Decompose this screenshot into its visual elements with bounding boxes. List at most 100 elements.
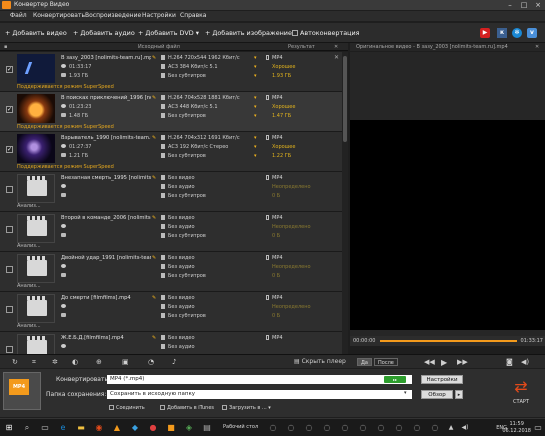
app-icon[interactable]: ◉ [94,423,104,433]
notifications-icon[interactable]: ▭ [533,423,543,433]
crop-icon[interactable]: ⌗ [32,358,36,367]
play-icon[interactable]: ▶ [441,358,447,367]
item-checkbox[interactable]: ✓ [6,146,13,153]
desktop-label[interactable]: Рабочий стол [223,424,258,430]
file-item[interactable]: Анализ... Внезапная смерть_1995 [nolimit… [0,172,342,212]
tray-icon[interactable]: ◌ [412,423,422,433]
audio-effects-icon[interactable]: ♪ [172,358,176,366]
contrast-icon[interactable]: ◐ [72,358,78,366]
save-folder-select[interactable]: Сохранить в исходную папку [107,390,412,399]
format-icon[interactable]: MP4 [3,372,41,410]
app-icon[interactable]: ▤ [202,423,212,433]
timeline[interactable]: 00:00:00 01:33:17 [350,336,545,346]
folder-icon[interactable]: ▬ [76,423,86,433]
dropdown-arrow-icon[interactable]: ▾ [254,95,257,101]
tray-icon[interactable]: ◌ [394,423,404,433]
effects-icon[interactable]: ✲ [52,358,58,366]
converter-taskbar-icon[interactable]: ■ [166,423,176,433]
remove-item-icon[interactable]: ✕ [334,54,339,61]
windows-start-icon[interactable]: ⊞ [4,423,14,433]
rewind-icon[interactable]: ◀◀ [424,358,435,366]
hide-player-toggle[interactable]: ▤ Скрыть плеер [294,358,346,365]
tray-icon[interactable]: ◌ [340,423,350,433]
add-image-button[interactable]: + Добавить изображение [205,29,292,37]
item-checkbox[interactable]: ✓ [6,106,13,113]
volume-icon[interactable]: ◀) [521,358,529,366]
3d-icon[interactable]: ▣ [122,358,129,366]
list-scrollbar[interactable] [342,52,348,354]
edit-icon[interactable]: ✎ [152,215,156,221]
snapshot-icon[interactable]: ◙ [506,358,513,366]
audio-info[interactable]: AC3 192 Кбит/с Стерео [168,144,228,150]
chevron-down-icon[interactable]: ▾ [404,390,407,396]
menu-settings[interactable]: Настройки [142,12,176,19]
audio-info[interactable]: AC3 448 Кбит/с 5.1 [168,104,218,110]
format-select[interactable]: MP4 (*.mp4) [107,375,412,384]
tray-icon[interactable]: ◌ [268,423,278,433]
file-item[interactable]: ✓ Взрыватель_1990 [nolimits-team.ru].mp4… [0,132,342,172]
minimize-button[interactable]: – [503,0,517,10]
edit-icon[interactable]: ✎ [152,95,156,101]
share-icon[interactable]: ✻ [512,28,522,38]
item-checkbox[interactable] [6,306,13,313]
video-screen[interactable] [350,120,545,330]
item-checkbox[interactable]: ✓ [6,66,13,73]
add-audio-button[interactable]: + Добавить аудио [73,29,135,37]
itunes-checkbox[interactable]: Добавить в iTunes [160,405,214,411]
search-icon[interactable]: ⌕ [22,423,32,433]
tray-icon[interactable]: ◌ [322,423,332,433]
menu-convert[interactable]: Конвертировать [33,12,85,19]
vlc-icon[interactable]: ▲ [112,423,122,433]
item-checkbox[interactable] [6,186,13,193]
select-all-checkbox[interactable]: ▪ [4,44,7,50]
edit-icon[interactable]: ✎ [152,175,156,181]
subtitles-info[interactable]: Без субтитров [168,153,206,159]
subtitles-info[interactable]: Без субтитров [168,73,206,79]
speed-icon[interactable]: ◔ [148,358,154,366]
subtitles-info[interactable]: Без субтитров [168,113,206,119]
settings-button[interactable]: Настройки [421,375,463,384]
browse-button[interactable]: Обзор [421,390,453,399]
dropdown-arrow-icon[interactable]: ▾ [254,144,257,150]
tray-icon[interactable]: ◌ [304,423,314,433]
edge-icon[interactable]: e [58,423,68,433]
menu-help[interactable]: Справка [180,12,206,19]
app-icon[interactable]: ● [148,423,158,433]
edit-icon[interactable]: ✎ [152,55,156,61]
edit-icon[interactable]: ✎ [152,335,156,341]
open-folder-icon[interactable]: ▸ [455,390,463,399]
network-icon[interactable]: ▲ [446,423,456,433]
vimeo-icon[interactable]: v [527,28,537,38]
item-checkbox[interactable] [6,346,13,353]
vk-icon[interactable]: к [497,28,507,38]
youtube-icon[interactable]: ▶ [480,28,490,38]
audio-info[interactable]: AC3 384 Кбит/с 5.1 [168,64,218,70]
dropdown-arrow-icon[interactable]: ▾ [254,64,257,70]
file-item[interactable]: Анализ... Двойной удар_1991 [nolimits-te… [0,252,342,292]
file-item[interactable]: ✓ В поисках приключений_1996 [nolimits-t… [0,92,342,132]
tray-icon[interactable]: ◌ [376,423,386,433]
watermark-icon[interactable]: ⊕ [96,358,102,366]
start-button[interactable]: ⇄ СТАРТ [503,374,539,410]
file-item[interactable]: Ж.Е.Б.Д.[filmfilms].mp4 ✎ Без видео Без … [0,332,342,354]
tray-icon[interactable]: ◌ [358,423,368,433]
file-item[interactable]: Анализ... Второй в команде_2006 [nolimit… [0,212,342,252]
dropdown-arrow-icon[interactable]: ▾ [254,113,257,119]
auto-convert-toggle[interactable]: Автоконвертация [292,29,359,37]
item-checkbox[interactable] [6,226,13,233]
dropdown-arrow-icon[interactable]: ▾ [254,104,257,110]
file-item[interactable]: Анализ... До смерти [filmfilms].mp4 ✎ Бе… [0,292,342,332]
dropdown-arrow-icon[interactable]: ▾ [254,55,257,61]
mode-after-button[interactable]: После [374,358,398,366]
close-preview-icon[interactable]: ✕ [535,44,539,50]
close-window-button[interactable]: × [531,0,545,10]
rotate-icon[interactable]: ↻ [12,358,18,366]
scrollbar-thumb[interactable] [343,56,347,142]
app-icon[interactable]: ◈ [184,423,194,433]
dropdown-arrow-icon[interactable]: ▾ [254,153,257,159]
dropdown-arrow-icon[interactable]: ▾ [254,73,257,79]
mode-before-button[interactable]: Да [357,358,372,366]
item-checkbox[interactable] [6,266,13,273]
speaker-tray-icon[interactable]: ◀) [460,423,470,433]
forward-icon[interactable]: ▶▶ [457,358,468,366]
